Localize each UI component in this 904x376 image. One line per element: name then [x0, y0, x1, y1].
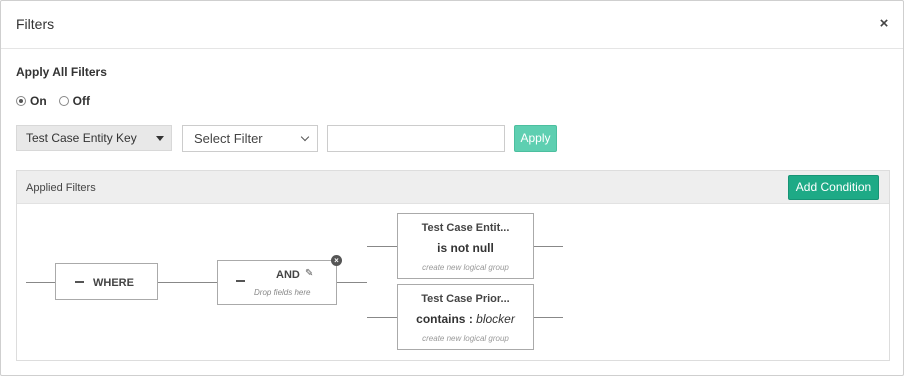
condition-node[interactable]: Test Case Entit... is not null create ne… [397, 213, 534, 279]
filter-value-input[interactable] [327, 125, 505, 152]
condition-value: blocker [476, 312, 515, 326]
minus-icon[interactable] [75, 281, 84, 283]
where-node[interactable]: WHERE [55, 263, 158, 300]
entity-key-select[interactable]: Test Case Entity Key [16, 125, 172, 151]
remove-circle-icon[interactable]: × [331, 255, 342, 266]
and-group-node[interactable]: AND ✎ Drop fields here [217, 260, 337, 305]
chevron-down-icon [300, 132, 310, 142]
condition-field: Test Case Prior... [421, 293, 510, 305]
radio-on[interactable] [16, 96, 26, 106]
radio-off-label[interactable]: Off [73, 94, 90, 108]
condition-node[interactable]: Test Case Prior... contains : blocker cr… [397, 284, 534, 350]
add-condition-button[interactable]: Add Condition [788, 175, 879, 200]
condition-operator-text: contains : [416, 312, 473, 326]
applied-filters-header: Applied Filters Add Condition [17, 171, 889, 204]
and-label: AND [276, 269, 300, 281]
applied-filters-panel: Applied Filters Add Condition WHERE AND … [16, 170, 890, 361]
modal-header: Filters × [1, 1, 903, 49]
connector-cond1-out [533, 246, 563, 247]
filters-modal: Filters × Apply All Filters On Off Test … [0, 0, 904, 376]
apply-button[interactable]: Apply [514, 125, 557, 152]
close-icon[interactable]: × [877, 16, 891, 31]
minus-icon[interactable] [236, 280, 245, 282]
connector-where-and [158, 282, 217, 283]
filter-type-select-value: Select Filter [194, 131, 263, 146]
condition-operator: is not null [398, 241, 533, 255]
entity-key-select-value: Test Case Entity Key [26, 131, 137, 145]
apply-all-filters-label: Apply All Filters [16, 65, 107, 79]
connector-and-out [337, 282, 367, 283]
filter-type-select[interactable]: Select Filter [182, 125, 318, 152]
condition-operator: contains : blocker [398, 312, 533, 326]
connector-left [26, 282, 55, 283]
create-logical-group-link[interactable]: create new logical group [398, 334, 533, 343]
radio-off[interactable] [58, 96, 69, 106]
connector-branch-top [367, 246, 397, 247]
drop-fields-hint: Drop fields here [254, 288, 311, 297]
condition-field: Test Case Entit... [421, 222, 510, 234]
apply-all-radio-group: On Off [16, 93, 102, 109]
connector-branch-bottom [367, 317, 397, 318]
create-logical-group-link[interactable]: create new logical group [398, 263, 533, 272]
condition-operator-text: is not null [437, 241, 494, 255]
modal-title: Filters [16, 16, 55, 32]
caret-down-icon [156, 136, 164, 141]
applied-filters-title: Applied Filters [26, 182, 96, 194]
radio-on-label[interactable]: On [30, 94, 47, 108]
pencil-icon[interactable]: ✎ [305, 268, 313, 279]
connector-cond2-out [533, 317, 563, 318]
where-label: WHERE [93, 277, 134, 289]
